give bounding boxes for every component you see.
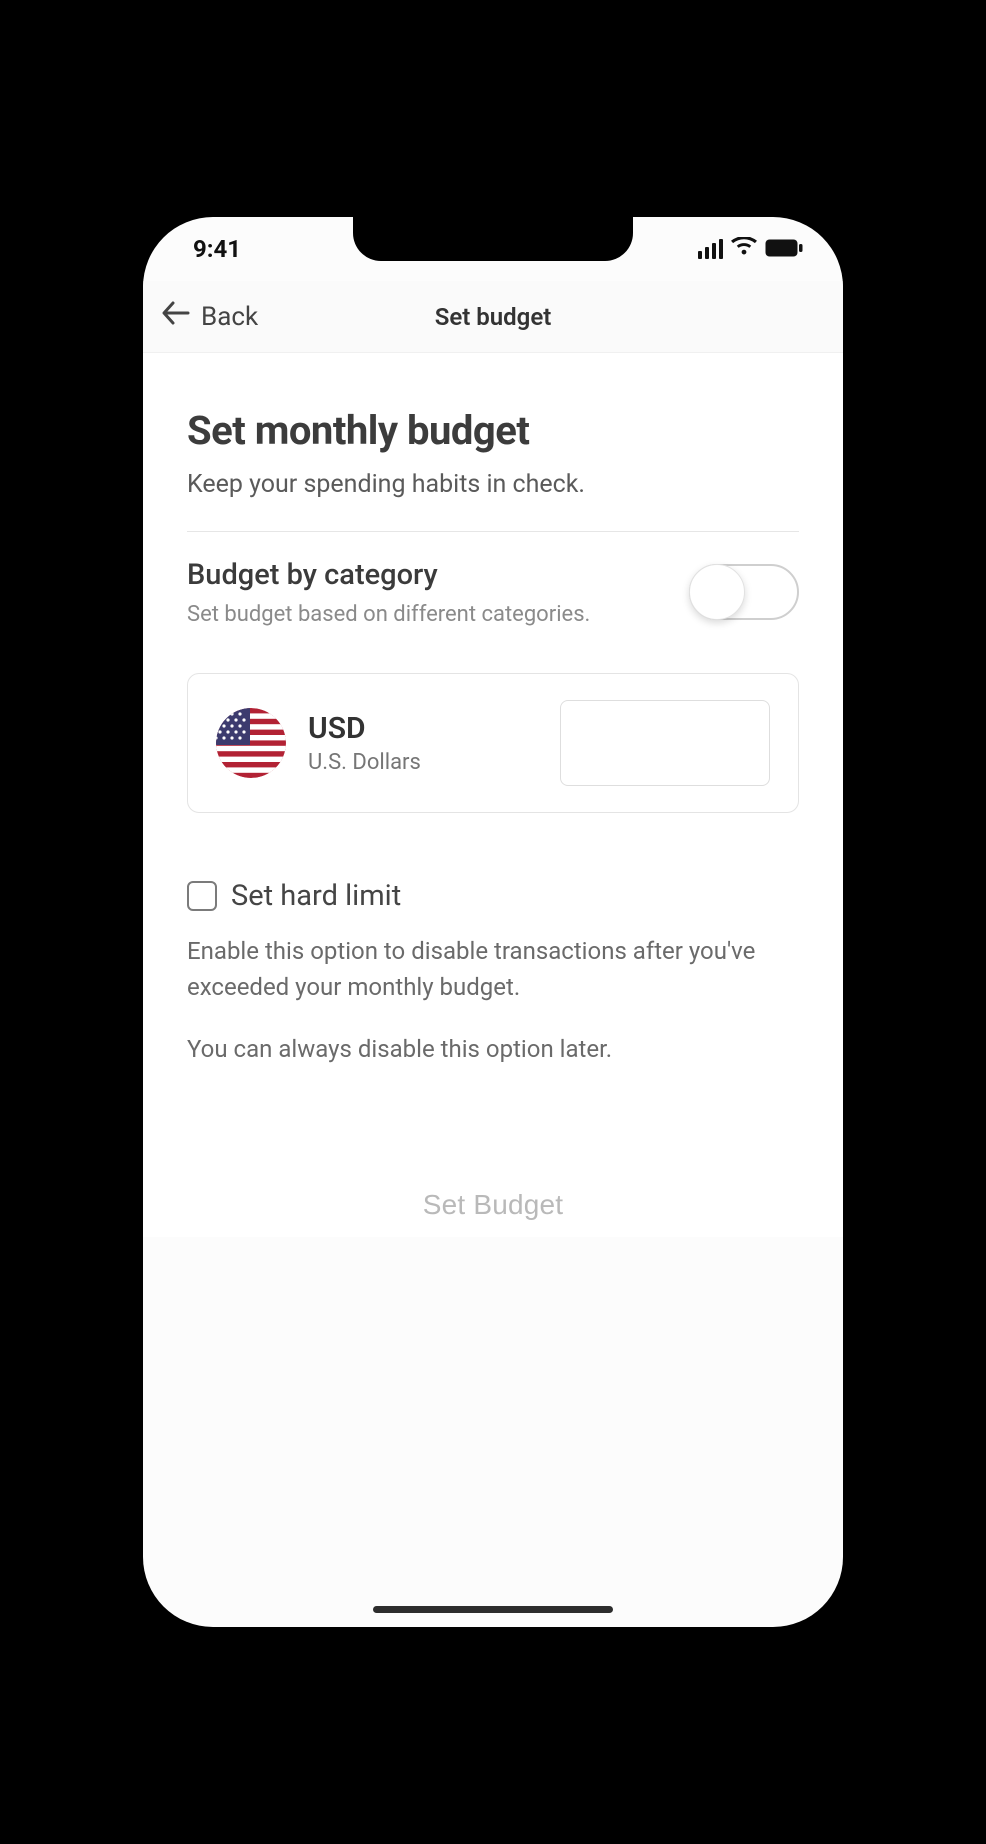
home-indicator[interactable] [373, 1606, 613, 1613]
cellular-signal-icon [698, 239, 724, 259]
currency-card: USD U.S. Dollars [187, 673, 799, 813]
budget-by-category-toggle[interactable] [689, 564, 799, 620]
wifi-icon [731, 235, 757, 263]
budget-by-category-row: Budget by category Set budget based on d… [187, 558, 799, 627]
budget-by-category-title: Budget by category [187, 558, 590, 592]
battery-icon [765, 235, 803, 263]
hard-limit-section: Set hard limit Enable this option to dis… [187, 879, 799, 1063]
page-subtitle: Keep your spending habits in check. [187, 470, 799, 499]
status-time: 9:41 [193, 235, 241, 263]
back-button[interactable]: Back [161, 300, 258, 333]
page-title: Set monthly budget [187, 407, 799, 454]
divider [187, 531, 799, 532]
device-notch [353, 217, 633, 261]
content: Set monthly budget Keep your spending ha… [143, 353, 843, 1237]
hard-limit-description: Enable this option to disable transactio… [187, 933, 799, 1005]
status-indicators [698, 235, 804, 263]
currency-code: USD [308, 711, 538, 746]
toggle-knob [689, 564, 745, 620]
hard-limit-checkbox[interactable] [187, 881, 217, 911]
arrow-left-icon [161, 300, 191, 333]
budget-by-category-description: Set budget based on different categories… [187, 602, 590, 627]
back-label: Back [201, 302, 258, 332]
currency-name: U.S. Dollars [308, 750, 538, 775]
nav-bar: Back Set budget [143, 281, 843, 353]
set-budget-button[interactable]: Set Budget [187, 1173, 799, 1237]
phone-frame: 9:41 Back Set budget Set monthly budget … [143, 217, 843, 1627]
hard-limit-label: Set hard limit [231, 879, 401, 913]
currency-text: USD U.S. Dollars [308, 711, 538, 775]
us-flag-icon [216, 708, 286, 778]
hard-limit-row: Set hard limit [187, 879, 799, 913]
hard-limit-note: You can always disable this option later… [187, 1035, 799, 1063]
budget-amount-input[interactable] [560, 700, 770, 786]
